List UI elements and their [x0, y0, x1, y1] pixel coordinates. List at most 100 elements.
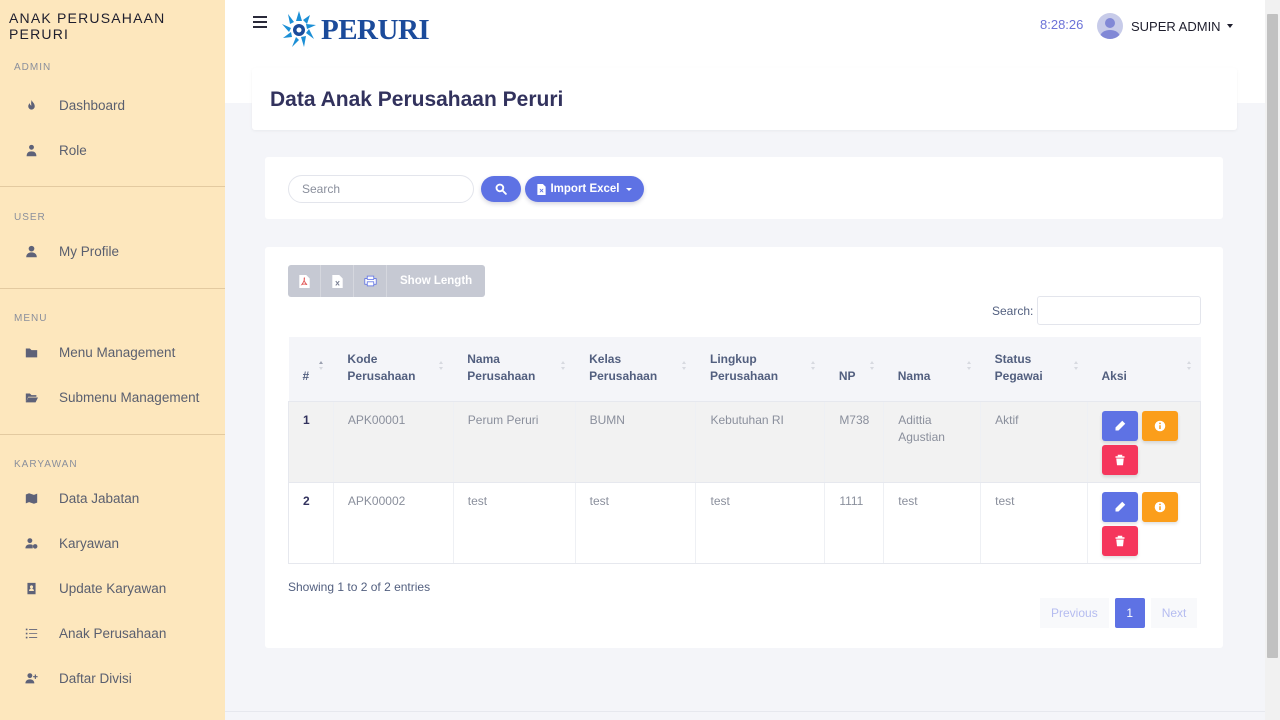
peruri-emblem-icon [282, 11, 316, 47]
map-icon [24, 492, 38, 506]
column-header[interactable]: Nama [883, 337, 981, 402]
clock: 8:28:26 [1040, 17, 1084, 32]
sidebar-item-label: Anak Perusahaan [59, 626, 167, 641]
sidebar-item-label: Data Jabatan [59, 491, 140, 506]
sort-icon [561, 361, 567, 373]
sidebar-item-data-jabatan[interactable]: Data Jabatan [0, 476, 225, 521]
sidebar-section-user: USER My Profile [0, 187, 225, 288]
search-input[interactable] [288, 175, 474, 203]
table-info: Showing 1 to 2 of 2 entries [288, 580, 431, 594]
sidebar-item-label: Dashboard [59, 98, 126, 113]
sidebar-item-anak-perusahaan[interactable]: Anak Perusahaan [0, 611, 225, 656]
print-button[interactable] [354, 265, 387, 297]
sidebar-item-submenu-management[interactable]: Submenu Management [0, 375, 225, 420]
sidebar-item-my-profile[interactable]: My Profile [0, 229, 225, 274]
trash-icon [1115, 454, 1125, 465]
table-cell: Perum Peruri [452, 401, 576, 483]
avatar [1097, 13, 1123, 39]
sidebar-item-label: Menu Management [59, 345, 176, 360]
print-icon [363, 275, 377, 287]
column-header[interactable]: Kode Perusahaan [333, 337, 454, 402]
user-tie-icon [24, 144, 38, 158]
delete-button[interactable] [1102, 525, 1139, 556]
import-excel-button[interactable]: Import Excel [525, 176, 644, 202]
sidebar-item-label: Submenu Management [59, 390, 200, 405]
hamburger-menu-icon[interactable] [253, 16, 267, 28]
table-cell: 2 [288, 482, 334, 564]
sidebar-item-dashboard[interactable]: Dashboard [0, 83, 225, 128]
search-card: Import Excel [265, 157, 1223, 219]
table-cell: 1 [288, 401, 334, 483]
column-header[interactable]: Nama Perusahaan [453, 337, 576, 402]
sidebar-item-update-karyawan[interactable]: Update Karyawan [0, 566, 225, 611]
sidebar-item-label: Role [59, 143, 87, 158]
logo-text: PERURI [321, 13, 430, 46]
user-icon [24, 245, 38, 259]
peruri-logo[interactable]: PERURI [280, 9, 430, 51]
folder-open-icon [24, 391, 38, 405]
search-icon [495, 183, 507, 195]
export-excel-button[interactable] [321, 265, 354, 297]
table-row: 2 APK00002 test test test 1111 test test [288, 482, 1201, 564]
section-label-admin: ADMIN [14, 62, 52, 73]
user-menu[interactable]: SUPER ADMIN [1097, 13, 1233, 39]
page-1-button[interactable]: 1 [1114, 598, 1145, 628]
sidebar-item-label: My Profile [59, 244, 120, 259]
export-button-group: Show Length [288, 265, 486, 297]
show-length-button[interactable]: Show Length [387, 265, 485, 297]
column-header[interactable]: NP [824, 337, 884, 402]
table-row: 1 APK00001 Perum Peruri BUMN Kebutuhan R… [288, 401, 1201, 483]
import-excel-label: Import Excel [550, 183, 620, 195]
table-cell: 1111 [824, 482, 884, 564]
action-cell [1087, 401, 1201, 483]
delete-button[interactable] [1102, 444, 1139, 475]
column-header[interactable]: Kelas Perusahaan [575, 337, 696, 402]
sidebar-item-label: Daftar Divisi [59, 671, 132, 686]
export-pdf-button[interactable] [288, 265, 321, 297]
table-cell: test [452, 482, 576, 564]
action-cell [1087, 482, 1201, 564]
sidebar-item-label: Update Karyawan [59, 581, 167, 596]
fire-icon [24, 99, 38, 113]
column-header[interactable]: Lingkup Perusahaan [695, 337, 825, 402]
column-header[interactable]: Status Pegawai [980, 337, 1088, 402]
pdf-icon [298, 274, 310, 288]
previous-page-button[interactable]: Previous [1040, 598, 1109, 628]
table-search-input[interactable] [1037, 296, 1201, 325]
table-cell: BUMN [574, 401, 696, 483]
pencil-icon [1115, 501, 1126, 511]
detail-button[interactable] [1142, 410, 1179, 441]
table-cell: Kebutuhan RI [695, 401, 825, 483]
next-page-button[interactable]: Next [1150, 598, 1198, 628]
edit-button[interactable] [1102, 491, 1139, 522]
file-excel-icon [537, 183, 547, 195]
excel-icon [331, 274, 343, 288]
list-icon [24, 627, 38, 641]
sidebar-item-karyawan[interactable]: Karyawan [0, 521, 225, 566]
user-plus-icon [24, 672, 38, 686]
table-cell: test [695, 482, 825, 564]
address-book-icon [24, 582, 38, 596]
sidebar-item-daftar-divisi[interactable]: Daftar Divisi [0, 656, 225, 701]
table-card: Show Length Search: # Kode Perusahaan Na… [265, 247, 1223, 648]
sidebar-brand[interactable]: ANAK PERUSAHAAN PERURI [0, 0, 225, 52]
sort-icon [810, 361, 817, 373]
sidebar-item-menu-management[interactable]: Menu Management [0, 330, 225, 375]
sidebar-item-role[interactable]: Role [0, 128, 225, 173]
section-label-menu: MENU [14, 313, 48, 324]
column-header[interactable]: # [288, 337, 334, 402]
pencil-icon [1115, 420, 1126, 430]
scrollbar-thumb[interactable] [1267, 14, 1278, 658]
edit-button[interactable] [1102, 410, 1139, 441]
title-card: Data Anak Perusahaan Peruri [252, 68, 1237, 130]
table-cell: APK00001 [332, 401, 454, 483]
detail-button[interactable] [1142, 491, 1179, 522]
page-scrollbar[interactable] [1265, 0, 1280, 720]
sort-icon [681, 361, 688, 373]
sort-icon [1186, 361, 1193, 373]
section-label-user: USER [14, 212, 46, 223]
search-button[interactable] [481, 176, 521, 202]
sidebar-section-karyawan: KARYAWAN Data Jabatan Karyawan Update Ka… [0, 435, 225, 701]
column-header[interactable]: Aksi [1087, 337, 1201, 402]
table-cell: APK00002 [332, 482, 454, 564]
